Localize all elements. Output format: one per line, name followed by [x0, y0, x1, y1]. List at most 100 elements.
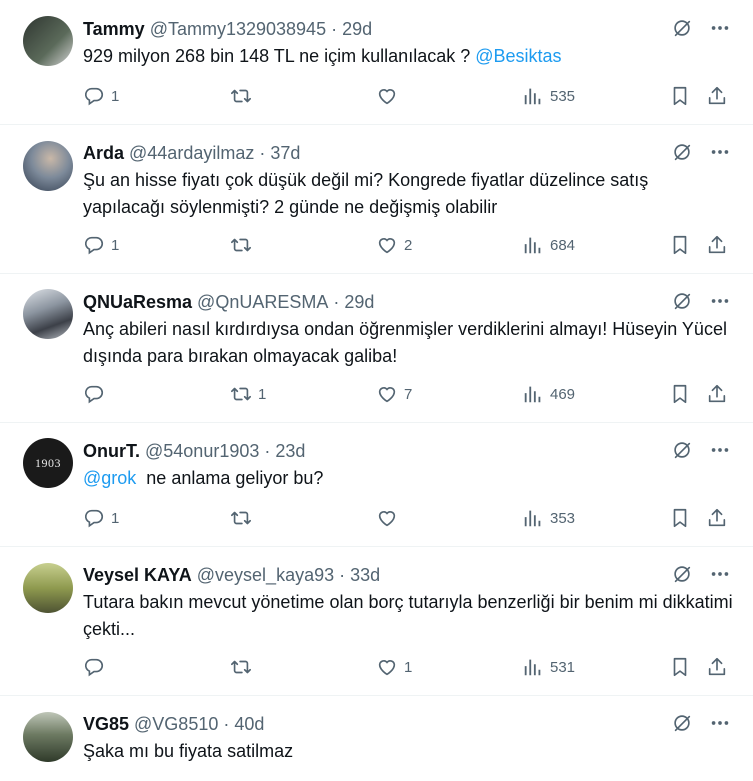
views-button[interactable]: 535: [522, 85, 575, 107]
more-icon[interactable]: [709, 712, 731, 734]
views-button[interactable]: 684: [522, 234, 575, 256]
share-button[interactable]: [706, 656, 728, 678]
retweet-button[interactable]: [230, 234, 258, 256]
grok-icon[interactable]: [671, 712, 693, 734]
separator: ·: [223, 713, 230, 734]
views-count: 531: [550, 658, 576, 676]
more-icon[interactable]: [709, 17, 731, 39]
display-name[interactable]: Tammy: [83, 19, 145, 40]
avatar[interactable]: [23, 141, 73, 191]
share-icon: [706, 383, 728, 405]
views-icon: [522, 656, 544, 678]
grok-icon[interactable]: [671, 439, 693, 461]
avatar[interactable]: [23, 289, 73, 339]
tweet[interactable]: QNUaResma @QnUARESMA · 29d Anç abileri n…: [0, 274, 753, 423]
bookmark-icon: [669, 507, 691, 529]
reply-button[interactable]: 1: [83, 507, 119, 529]
retweet-icon: [230, 85, 252, 107]
reply-button[interactable]: [83, 383, 111, 405]
reply-button[interactable]: 1: [83, 85, 119, 107]
share-button[interactable]: [706, 383, 728, 405]
tweet-text: Anç abileri nasıl kırdırdıysa ondan öğre…: [83, 319, 727, 366]
bookmark-button[interactable]: [669, 656, 691, 678]
separator: ·: [333, 291, 340, 312]
like-button[interactable]: 7: [376, 383, 412, 405]
grok-icon[interactable]: [671, 141, 693, 163]
mention-link[interactable]: @Besiktas: [475, 46, 561, 66]
bookmark-button[interactable]: [669, 85, 691, 107]
share-button[interactable]: [706, 507, 728, 529]
views-button[interactable]: 531: [522, 656, 575, 678]
like-button[interactable]: 2: [376, 234, 412, 256]
avatar[interactable]: 1903: [23, 438, 73, 488]
views-count: 684: [550, 236, 576, 254]
bookmark-icon: [669, 234, 691, 256]
display-name[interactable]: Arda: [83, 143, 124, 164]
tweet[interactable]: 1903 OnurT. @54onur1903 · 23d @grok ne a…: [0, 423, 753, 547]
retweet-button[interactable]: [230, 507, 258, 529]
timestamp[interactable]: 37d: [270, 143, 300, 164]
display-name[interactable]: VG85: [83, 714, 129, 735]
bookmark-button[interactable]: [669, 507, 691, 529]
user-handle[interactable]: @44ardayilmaz: [129, 143, 254, 164]
avatar[interactable]: [23, 16, 73, 66]
separator: ·: [331, 18, 338, 39]
bookmark-button[interactable]: [669, 234, 691, 256]
heart-icon: [376, 234, 398, 256]
display-name[interactable]: Veysel KAYA: [83, 565, 192, 586]
bookmark-button[interactable]: [669, 383, 691, 405]
tweet[interactable]: VG85 @VG8510 · 40d Şaka mı bu fiyata sat…: [0, 696, 753, 781]
tweet-text: @grok ne anlama geliyor bu?: [83, 468, 324, 488]
timestamp[interactable]: 40d: [234, 714, 264, 735]
bookmark-icon: [669, 656, 691, 678]
tweet[interactable]: Veysel KAYA @veysel_kaya93 · 33d Tutara …: [0, 547, 753, 696]
like-button[interactable]: 1: [376, 656, 412, 678]
timestamp[interactable]: 23d: [275, 441, 305, 462]
more-icon[interactable]: [709, 439, 731, 461]
grok-icon[interactable]: [671, 563, 693, 585]
views-icon: [522, 507, 544, 529]
retweet-button[interactable]: [230, 656, 258, 678]
tweet-text: Şaka mı bu fiyata satilmaz: [83, 741, 294, 761]
grok-icon[interactable]: [671, 17, 693, 39]
reply-button[interactable]: 1: [83, 234, 119, 256]
reply-count: 1: [111, 509, 120, 527]
more-icon[interactable]: [709, 141, 731, 163]
user-handle[interactable]: @VG8510: [134, 714, 218, 735]
user-handle[interactable]: @Tammy1329038945: [150, 19, 326, 40]
avatar[interactable]: [23, 712, 73, 762]
more-icon[interactable]: [709, 563, 731, 585]
retweet-button[interactable]: [230, 85, 258, 107]
display-name[interactable]: OnurT.: [83, 441, 140, 462]
grok-icon[interactable]: [671, 290, 693, 312]
tweet[interactable]: Tammy @Tammy1329038945 · 29d 929 milyon …: [0, 0, 753, 125]
bookmark-icon: [669, 383, 691, 405]
more-icon[interactable]: [709, 290, 731, 312]
tweet[interactable]: Arda @44ardayilmaz · 37d Şu an hisse fiy…: [0, 125, 753, 274]
share-button[interactable]: [706, 85, 728, 107]
share-button[interactable]: [706, 234, 728, 256]
display-name[interactable]: QNUaResma: [83, 292, 192, 313]
retweet-count: 1: [258, 385, 267, 403]
views-button[interactable]: 469: [522, 383, 575, 405]
like-button[interactable]: [376, 507, 404, 529]
user-handle[interactable]: @veysel_kaya93: [197, 565, 334, 586]
timestamp[interactable]: 29d: [344, 292, 374, 313]
avatar[interactable]: [23, 563, 73, 613]
views-count: 535: [550, 87, 576, 105]
like-button[interactable]: [376, 85, 404, 107]
views-count: 469: [550, 385, 576, 403]
retweet-button[interactable]: 1: [230, 383, 266, 405]
bookmark-icon: [669, 85, 691, 107]
timestamp[interactable]: 29d: [342, 19, 372, 40]
tweet-text: 929 milyon 268 bin 148 TL ne içim kullan…: [83, 46, 562, 66]
user-handle[interactable]: @54onur1903: [145, 441, 259, 462]
reply-icon: [83, 656, 105, 678]
mention-link[interactable]: @grok: [83, 468, 136, 488]
separator: ·: [264, 440, 271, 461]
timestamp[interactable]: 33d: [350, 565, 380, 586]
retweet-icon: [230, 234, 252, 256]
user-handle[interactable]: @QnUARESMA: [197, 292, 328, 313]
views-button[interactable]: 353: [522, 507, 575, 529]
reply-button[interactable]: [83, 656, 111, 678]
